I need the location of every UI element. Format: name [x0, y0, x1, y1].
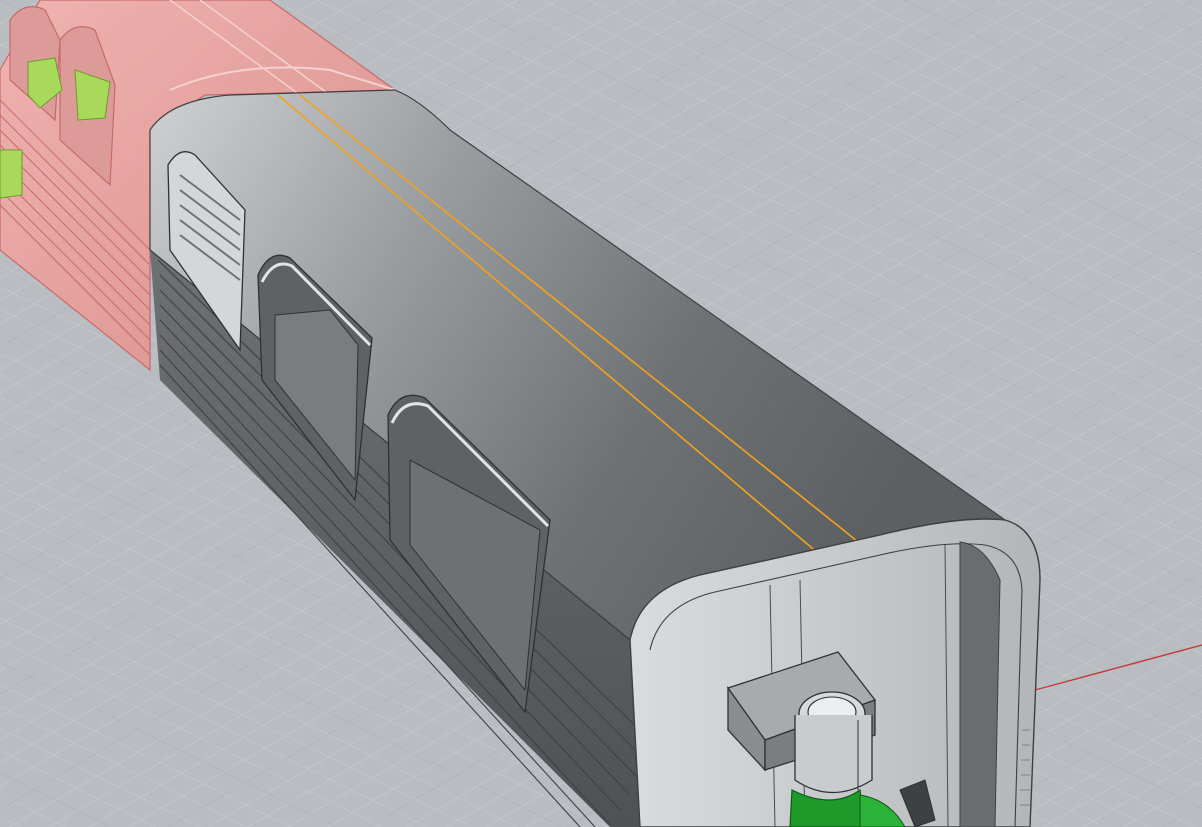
viewport-canvas[interactable]	[0, 0, 1202, 827]
rhino-perspective-viewport[interactable]	[0, 0, 1202, 827]
